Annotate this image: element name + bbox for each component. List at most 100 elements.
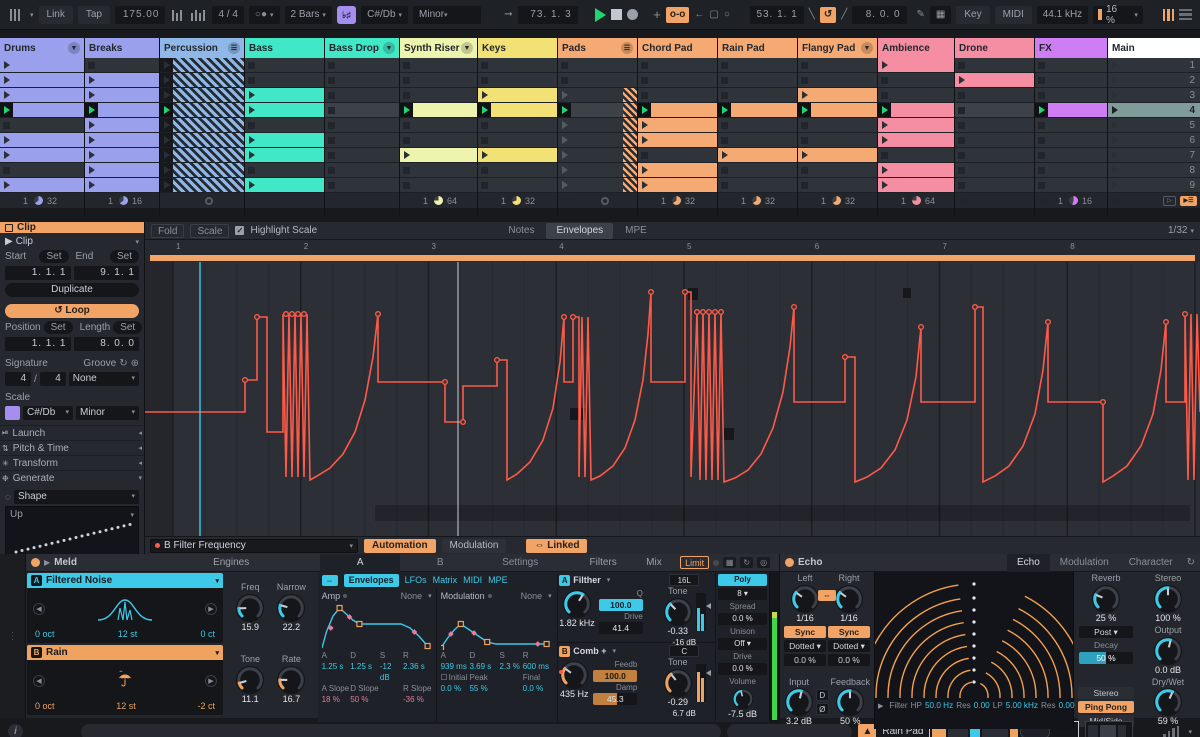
clip-slot[interactable] bbox=[325, 103, 399, 118]
clip-launch-icon[interactable] bbox=[0, 103, 13, 117]
clip-slot[interactable] bbox=[160, 103, 244, 118]
groove-refresh-icon[interactable]: ↻ bbox=[119, 358, 127, 369]
phase-button[interactable]: Ø bbox=[815, 703, 829, 716]
stop-all-clips-button[interactable]: ▶☰ bbox=[1180, 195, 1197, 206]
meter-caret[interactable]: ▾ bbox=[1188, 728, 1192, 736]
quantize-value[interactable]: 2 Bars ▾ bbox=[284, 5, 332, 24]
track-header[interactable]: Breaks bbox=[85, 38, 159, 58]
clip-slot[interactable] bbox=[638, 148, 717, 163]
key-map-button[interactable]: Key bbox=[956, 5, 990, 24]
clip-slot[interactable] bbox=[955, 133, 1034, 148]
groove-add-icon[interactable]: ⊕ bbox=[131, 358, 139, 369]
clip-slot[interactable] bbox=[1035, 178, 1107, 193]
voice-count-select[interactable]: 8 ▾ bbox=[718, 588, 768, 600]
track-header[interactable]: Rain Pad bbox=[718, 38, 797, 58]
engine-b-semi[interactable]: 12 st bbox=[116, 701, 136, 715]
track-stop-button[interactable] bbox=[961, 197, 968, 204]
hp-freq-field[interactable]: 50.0 Hz bbox=[925, 701, 953, 710]
clip-slot[interactable] bbox=[638, 133, 717, 148]
randomize-icon[interactable]: ↻ bbox=[740, 557, 754, 568]
engine-a-prev-icon[interactable]: ◀ bbox=[33, 602, 45, 615]
clip-slot[interactable] bbox=[878, 163, 954, 178]
main-track-header[interactable]: Main bbox=[1108, 38, 1200, 58]
decay-field[interactable]: 50 % bbox=[1079, 651, 1133, 664]
engine-b-oct[interactable]: 0 oct bbox=[35, 701, 55, 715]
clip-launch-icon[interactable] bbox=[85, 163, 98, 177]
filter-collapse-icon[interactable]: ▶ bbox=[878, 702, 883, 710]
punch-position-field[interactable]: 53. 1. 1 bbox=[749, 5, 804, 24]
clip-launch-icon[interactable] bbox=[718, 103, 731, 117]
pan-a-field[interactable]: 16L bbox=[669, 574, 700, 586]
clip-slot[interactable] bbox=[245, 58, 324, 73]
clip-slot[interactable] bbox=[325, 58, 399, 73]
adsr-cell[interactable] bbox=[499, 683, 522, 694]
scene-slot[interactable]: 4 bbox=[1108, 103, 1200, 118]
clip-slot[interactable] bbox=[478, 73, 557, 88]
scene-launch-icon[interactable] bbox=[1108, 73, 1121, 87]
scene-launch-icon[interactable] bbox=[1108, 148, 1121, 162]
engine-b-prev-icon[interactable]: ◀ bbox=[33, 674, 45, 687]
clip-slot[interactable] bbox=[400, 148, 477, 163]
adsr-cell[interactable]: 18 % bbox=[322, 694, 351, 705]
automation-tab[interactable]: Automation bbox=[364, 538, 436, 553]
feedback-field[interactable]: 100.0 bbox=[593, 670, 638, 682]
track-header[interactable]: Pads ☰ bbox=[558, 38, 637, 58]
record-button[interactable] bbox=[626, 9, 638, 20]
clip-launch-icon[interactable] bbox=[85, 148, 98, 162]
clip-slot[interactable] bbox=[400, 118, 477, 133]
track-stop-button[interactable] bbox=[6, 197, 13, 204]
engine-b-cent[interactable]: -2 ct bbox=[197, 701, 215, 715]
duplicate-button[interactable]: Duplicate bbox=[5, 283, 139, 297]
scene-slot[interactable]: 8 bbox=[1108, 163, 1200, 178]
clip-slot[interactable] bbox=[955, 118, 1034, 133]
clip-launch-icon[interactable] bbox=[0, 178, 13, 192]
fold-button[interactable]: Fold bbox=[151, 223, 185, 238]
app-menu-icon[interactable] bbox=[8, 8, 22, 21]
reverb-position-select[interactable]: Post ▾ bbox=[1079, 625, 1133, 638]
highlight-scale-checkbox[interactable]: ✓ bbox=[235, 226, 245, 235]
clip-launch-icon[interactable] bbox=[245, 88, 258, 102]
poly-drive-field[interactable]: 0.0 % bbox=[718, 663, 768, 675]
clip-slot[interactable] bbox=[718, 178, 797, 193]
scene-launch-icon[interactable] bbox=[1108, 88, 1121, 102]
clip-slot[interactable] bbox=[478, 58, 557, 73]
modulation-tab[interactable]: Modulation bbox=[441, 538, 507, 553]
clip-slot[interactable] bbox=[160, 73, 244, 88]
engine-a-cent[interactable]: 0 ct bbox=[200, 629, 215, 643]
tap-button[interactable]: Tap bbox=[77, 5, 110, 24]
engine-a-name[interactable]: Filtered Noise bbox=[46, 575, 112, 586]
track-header[interactable]: Chord Pad bbox=[638, 38, 717, 58]
track-header[interactable]: Bass Drop ▼ bbox=[325, 38, 399, 58]
section-transform[interactable]: ✳ Transform ◂ bbox=[0, 455, 144, 470]
mix-a-level-fader[interactable] bbox=[695, 592, 711, 631]
clip-slot[interactable] bbox=[85, 148, 159, 163]
chevron-down-icon[interactable]: ▼ bbox=[861, 42, 873, 54]
clip-launch-icon[interactable] bbox=[478, 103, 491, 117]
scene-launch-icon[interactable] bbox=[1108, 163, 1121, 177]
section-pitch-time[interactable]: ⇅ Pitch & Time ◂ bbox=[0, 440, 144, 455]
echo-tab-echo[interactable]: Echo bbox=[1006, 553, 1050, 572]
clip-slot[interactable] bbox=[878, 73, 954, 88]
echo-right-mode-select[interactable]: Dotted ▾ bbox=[828, 639, 870, 652]
clip-slot[interactable] bbox=[955, 73, 1034, 88]
mod-envelope-graph[interactable] bbox=[440, 602, 551, 650]
clip-launch-icon[interactable] bbox=[0, 88, 13, 102]
clip-panel-tab[interactable]: Clip bbox=[0, 222, 144, 233]
clip-launch-icon[interactable] bbox=[798, 88, 811, 102]
clip-launch-icon[interactable] bbox=[638, 178, 651, 192]
mix-a-tone-knob[interactable]: Tone -0.33 bbox=[663, 586, 693, 637]
section-generate[interactable]: ❉ Generate ▾ bbox=[0, 470, 144, 485]
tempo-field[interactable]: 175.00 bbox=[115, 5, 166, 24]
meld-activator-led[interactable] bbox=[31, 558, 40, 567]
section-arrow-icon[interactable]: ◂ bbox=[138, 444, 142, 452]
clip-slot[interactable] bbox=[638, 178, 717, 193]
clip-slot[interactable] bbox=[478, 148, 557, 163]
adsr-cell[interactable]: 1.25 s bbox=[350, 661, 380, 683]
meld-tab-a[interactable]: A bbox=[320, 553, 401, 572]
stop-button[interactable] bbox=[611, 9, 622, 20]
clip-slot[interactable] bbox=[245, 133, 324, 148]
clip-launch-icon[interactable] bbox=[160, 178, 173, 192]
clip-slot[interactable] bbox=[160, 118, 244, 133]
clip-launch-icon[interactable] bbox=[85, 178, 98, 192]
clip-launch-icon[interactable] bbox=[638, 133, 651, 147]
